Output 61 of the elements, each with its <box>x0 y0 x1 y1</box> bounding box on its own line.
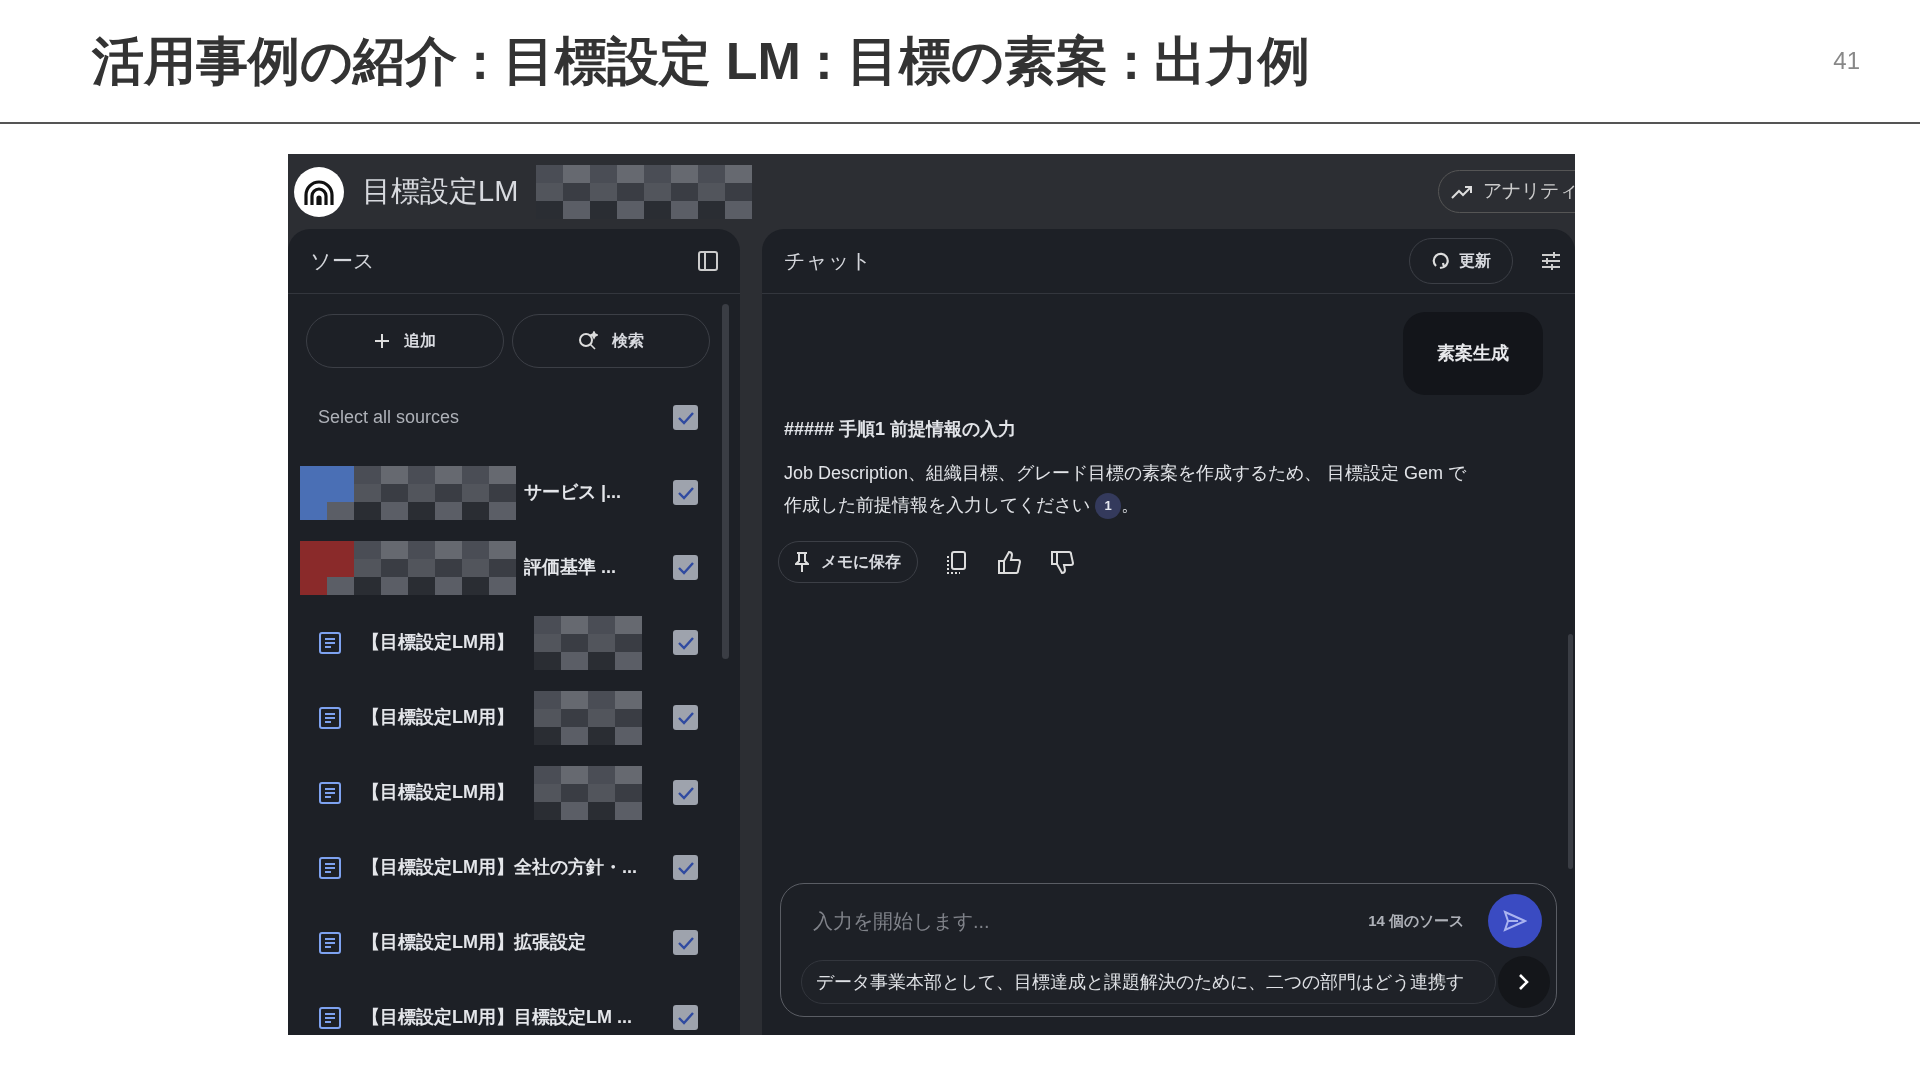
source-name[interactable]: 【目標設定LM用】 <box>362 629 514 656</box>
scrollbar[interactable] <box>1568 634 1573 869</box>
check-icon <box>676 785 695 800</box>
source-name[interactable]: 【目標設定LM用】目標設定LM ... <box>362 1004 632 1031</box>
plus-icon <box>374 333 390 349</box>
app-title: 目標設定LM <box>362 173 519 209</box>
checkbox[interactable] <box>673 405 698 430</box>
check-icon <box>676 935 695 950</box>
checkbox[interactable] <box>673 480 698 505</box>
page-number: 41 <box>1833 46 1860 76</box>
response-text: Job Description、組織目標、グレード目標の素案を作成するため、 目標設定 Gem で作成した前提情報を入力してください 1 。 <box>784 457 1484 521</box>
copy-icon[interactable] <box>944 549 969 575</box>
checkbox[interactable] <box>673 1005 698 1030</box>
panel-title: チャット <box>784 248 872 275</box>
select-all-label: Select all sources <box>318 406 460 429</box>
panel-title: ソース <box>310 248 375 275</box>
check-icon <box>676 1010 695 1025</box>
document-icon <box>318 780 342 805</box>
document-icon <box>318 1005 342 1030</box>
chevron-right-icon <box>1518 973 1530 991</box>
check-icon <box>676 560 695 575</box>
check-icon <box>676 635 695 650</box>
source-name[interactable]: 【目標設定LM用】 <box>362 779 514 806</box>
settings-sliders-icon[interactable] <box>1541 252 1561 270</box>
message-input[interactable]: 入力を開始します... <box>811 905 1345 937</box>
trend-icon <box>1451 184 1473 199</box>
response-heading: ##### 手順1 前提情報の入力 <box>784 418 1018 441</box>
citation-badge[interactable]: 1 <box>1095 493 1121 520</box>
check-icon <box>676 710 695 725</box>
document-icon <box>318 630 342 655</box>
next-button[interactable] <box>1498 956 1550 1008</box>
slide-title: 活用事例の紹介 : 目標設定 LM : 目標の素案 : 出力例 <box>92 30 1311 92</box>
source-name[interactable]: 【目標設定LM用】全社の方針・... <box>362 854 637 881</box>
checkbox[interactable] <box>673 780 698 805</box>
user-message: 素案生成 <box>1403 312 1543 395</box>
document-icon <box>318 855 342 880</box>
scrollbar[interactable] <box>722 304 729 659</box>
source-name[interactable]: サービス |... <box>524 479 622 506</box>
checkbox[interactable] <box>673 630 698 655</box>
checkbox[interactable] <box>673 705 698 730</box>
thumbs-up-icon[interactable] <box>997 549 1022 575</box>
search-icon <box>578 331 598 351</box>
source-count: 14 個のソース <box>1368 910 1464 931</box>
refresh-icon <box>1431 251 1451 271</box>
source-name[interactable]: 【目標設定LM用】拡張設定 <box>362 929 586 956</box>
checkbox[interactable] <box>673 930 698 955</box>
pin-icon <box>795 552 809 572</box>
document-icon <box>318 930 342 955</box>
document-icon <box>318 705 342 730</box>
sidebar-toggle-icon[interactable] <box>698 251 718 271</box>
check-icon <box>676 860 695 875</box>
source-name[interactable]: 【目標設定LM用】 <box>362 704 514 731</box>
send-icon <box>1503 910 1527 932</box>
check-icon <box>676 485 695 500</box>
send-button[interactable] <box>1488 894 1542 948</box>
suggestion-chip[interactable]: データ事業本部として、目標達成と課題解決のために、二つの部門はどう連携す <box>801 960 1496 1004</box>
thumbs-down-icon[interactable] <box>1050 549 1075 575</box>
source-name[interactable]: 評価基準 ... <box>524 554 616 581</box>
check-icon <box>676 410 695 425</box>
checkbox[interactable] <box>673 855 698 880</box>
checkbox[interactable] <box>673 555 698 580</box>
